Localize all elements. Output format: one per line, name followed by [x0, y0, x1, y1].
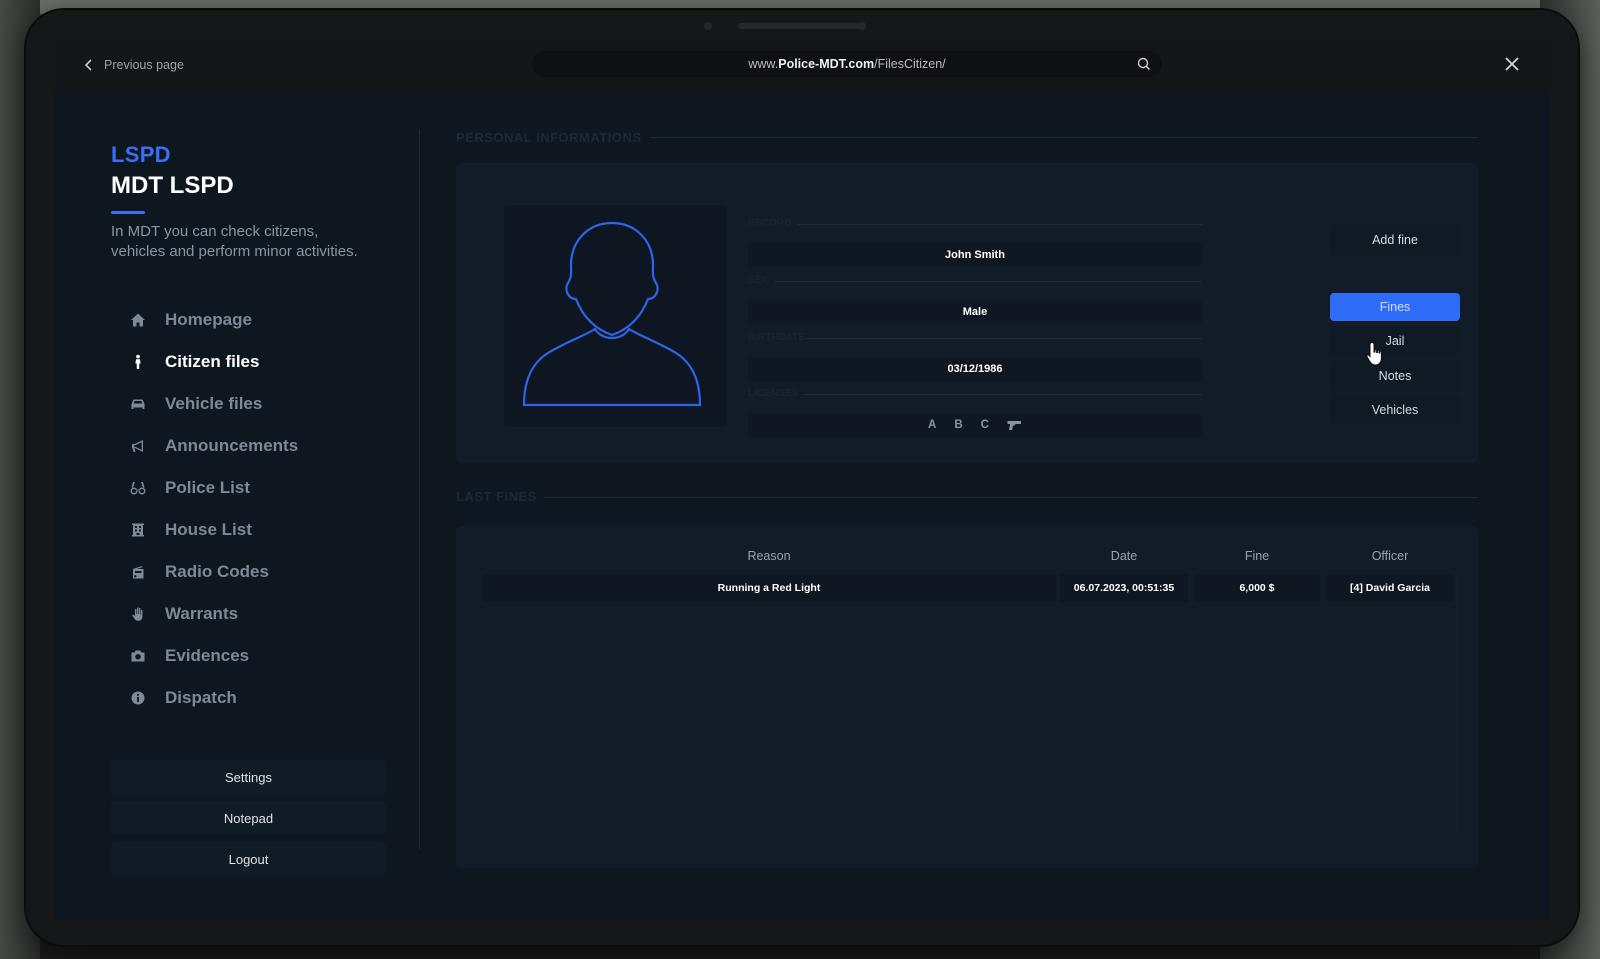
tab-jail[interactable]: Jail [1330, 327, 1460, 355]
glasses-icon [130, 480, 146, 496]
citizen-photo [504, 205, 726, 427]
section-line [650, 137, 1478, 138]
close-icon[interactable] [1502, 54, 1522, 74]
settings-button[interactable]: Settings [111, 760, 386, 794]
brand-underline [111, 211, 145, 214]
sidebar-item-vehicle-files[interactable]: Vehicle files [111, 383, 351, 425]
previous-page-button[interactable]: Previous page [82, 54, 184, 76]
sex-label: SEX [748, 275, 769, 286]
tab-notes[interactable]: Notes [1330, 362, 1460, 390]
hand-icon [130, 606, 146, 622]
field-line [802, 394, 1202, 395]
screen: Previous page www. Police-MDT.com/FilesCi… [54, 38, 1550, 918]
sidebar-item-warrants[interactable]: Warrants [111, 593, 351, 635]
address-bar[interactable]: www. Police-MDT.com/FilesCitizen/ [532, 51, 1162, 77]
field-line [806, 338, 1202, 339]
sidebar-item-label: Evidences [165, 646, 250, 665]
col-header-officer: Officer [1371, 549, 1409, 563]
field-line [798, 224, 1202, 225]
sidebar-item-dispatch[interactable]: Dispatch [111, 677, 351, 719]
sidebar-item-label: House List [165, 520, 252, 539]
sidebar-item-citizen-files[interactable]: Citizen files [111, 341, 351, 383]
personal-info-title: PERSONAL INFORMATIONS [456, 130, 642, 145]
radio-icon [130, 564, 146, 580]
tab-fines[interactable]: Fines [1330, 293, 1460, 321]
col-header-reason: Reason [747, 549, 791, 563]
section-line [544, 497, 1478, 498]
url-path: /FilesCitizen/ [874, 57, 946, 71]
brand-title: MDT LSPD [111, 172, 234, 199]
col-header-date: Date [1110, 549, 1138, 563]
add-fine-button[interactable]: Add fine [1330, 226, 1460, 254]
url-prefix: www. [748, 57, 779, 71]
tablet-speaker [738, 23, 862, 29]
cell-officer: [4] David Garcia [1326, 574, 1454, 602]
person-icon [130, 354, 146, 370]
sidebar-item-radio-codes[interactable]: Radio Codes [111, 551, 351, 593]
megaphone-icon [130, 438, 146, 454]
last-fines-title: LAST FINES [456, 489, 537, 504]
hand-cursor-icon [1366, 341, 1382, 366]
sidebar-divider [419, 130, 420, 850]
sidebar-item-label: Warrants [165, 604, 239, 623]
sidebar-item-label: Homepage [165, 310, 252, 329]
logout-button[interactable]: Logout [111, 842, 386, 876]
sidebar-item-label: Radio Codes [165, 562, 269, 581]
licenses-label: LICENSES [748, 388, 799, 399]
sidebar-item-label: Announcements [165, 436, 299, 455]
tab-vehicles[interactable]: Vehicles [1330, 396, 1460, 424]
camera-dot [704, 22, 712, 30]
tablet-frame: Previous page www. Police-MDT.com/FilesCi… [26, 10, 1578, 945]
chevron-left-icon [84, 59, 92, 71]
search-icon[interactable] [1136, 56, 1152, 72]
cell-date: 06.07.2023, 00:51:35 [1060, 574, 1188, 602]
cell-reason: Running a Red Light [482, 574, 1056, 602]
sidebar-item-evidences[interactable]: Evidences [111, 635, 351, 677]
notepad-button[interactable]: Notepad [111, 801, 386, 835]
license-b: B [954, 419, 963, 431]
sidebar-item-police-list[interactable]: Police List [111, 467, 351, 509]
table-scrollbar[interactable] [1456, 574, 1458, 834]
browser-bar: Previous page www. Police-MDT.com/FilesCi… [54, 38, 1550, 94]
url-domain: Police-MDT.com [778, 57, 875, 71]
license-a: A [928, 419, 937, 431]
licenses-field: A B C [748, 413, 1202, 437]
sidebar-item-announcements[interactable]: Announcements [111, 425, 351, 467]
sensor-dot [858, 22, 866, 30]
gun-license-icon [1007, 420, 1021, 430]
home-icon [130, 312, 146, 328]
sidebar-item-label: Dispatch [165, 688, 237, 707]
user-silhouette-icon [522, 221, 702, 407]
col-header-fine: Fine [1244, 549, 1270, 563]
car-icon [130, 396, 146, 412]
birthdate-field: 03/12/1986 [748, 357, 1202, 381]
sidebar-item-label: Police List [165, 478, 251, 497]
license-c: C [980, 419, 989, 431]
birthdate-label: BIRTHDATE [748, 332, 806, 343]
sidebar-nav: Homepage Citizen files Vehicle files Ann… [111, 299, 351, 719]
name-label: RECORD [748, 218, 792, 229]
name-field: John Smith [748, 243, 1202, 267]
sex-field: Male [748, 300, 1202, 324]
sidebar-item-label: Citizen files [165, 352, 260, 371]
sidebar-item-label: Vehicle files [165, 394, 263, 413]
sidebar: LSPD MDT LSPD In MDT you can check citiz… [82, 94, 394, 918]
field-line [774, 281, 1202, 282]
brand-description: In MDT you can check citizens, vehicles … [111, 223, 358, 260]
previous-page-label: Previous page [104, 58, 184, 72]
info-icon [130, 690, 146, 706]
building-icon [130, 522, 146, 538]
brand-subtitle: LSPD [111, 142, 171, 167]
cell-fine: 6,000 $ [1194, 574, 1320, 602]
sidebar-item-homepage[interactable]: Homepage [111, 299, 351, 341]
sidebar-item-house-list[interactable]: House List [111, 509, 351, 551]
camera-icon [130, 648, 146, 664]
